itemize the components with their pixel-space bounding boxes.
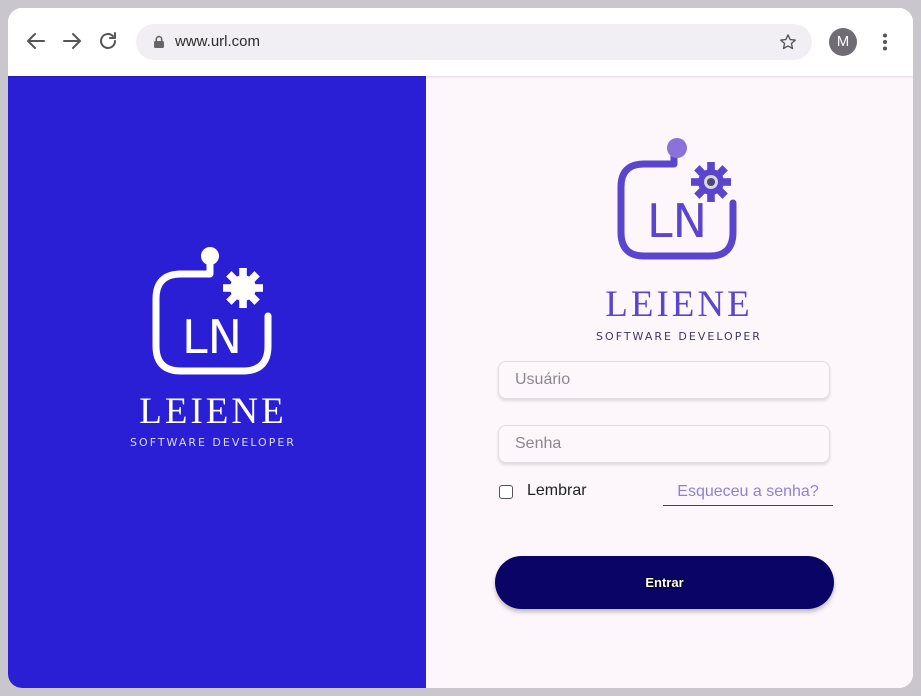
brand-logo-white: LN (152, 247, 272, 375)
url-text: www.url.com (175, 33, 261, 50)
address-bar[interactable]: www.url.com (136, 24, 812, 60)
remember-label: Lembrar (527, 482, 587, 499)
login-panel: LN LEIENE SOFTWARE DEVELOPER Lembrar Esq… (426, 76, 913, 688)
star-icon[interactable] (778, 32, 798, 52)
password-input[interactable] (498, 425, 830, 463)
login-button[interactable]: Entrar (495, 556, 834, 609)
brand-panel: LN LEIENE SOFTWARE DEVELOPER (8, 76, 426, 688)
avatar[interactable]: M (829, 28, 857, 56)
brand-tagline: SOFTWARE DEVELOPER (596, 330, 762, 343)
brand-logo-purple: LN (617, 138, 737, 260)
logo-monogram: LN (182, 310, 242, 364)
username-input[interactable] (498, 361, 830, 399)
back-icon[interactable] (24, 29, 48, 53)
logo-monogram: LN (647, 194, 707, 248)
remember-checkbox[interactable] (499, 485, 513, 499)
lock-icon (152, 35, 166, 49)
more-vert-icon[interactable] (873, 30, 897, 54)
forgot-password-link[interactable]: Esqueceu a senha? (663, 482, 833, 506)
brand-name: LEIENE (605, 284, 753, 325)
brand-tagline: SOFTWARE DEVELOPER (130, 436, 296, 449)
browser-window: www.url.com M LN LEIENE SOFTWARE DEVELOP… (8, 8, 913, 688)
browser-toolbar: www.url.com M (8, 8, 913, 76)
reload-icon[interactable] (96, 29, 120, 53)
brand-name: LEIENE (139, 391, 287, 432)
forward-icon[interactable] (60, 29, 84, 53)
